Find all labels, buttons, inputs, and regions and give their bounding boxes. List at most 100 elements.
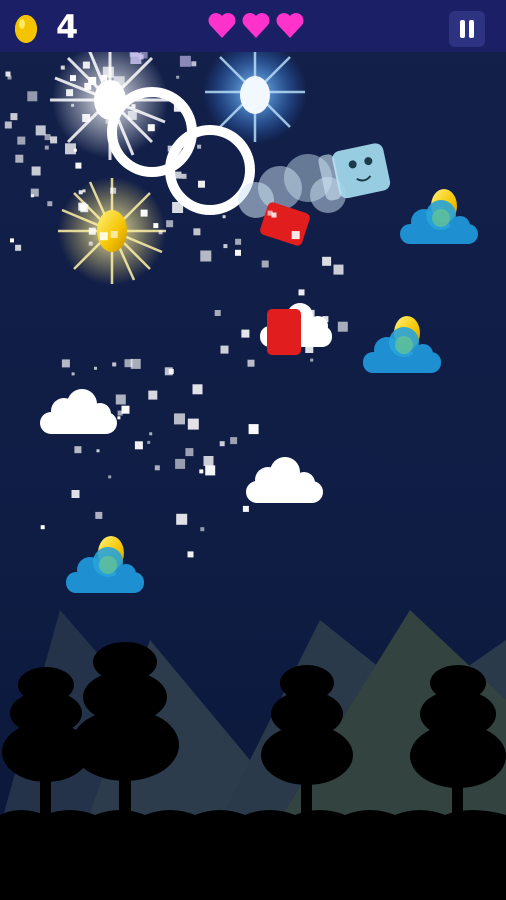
sparkle-particle — [71, 490, 80, 498]
sparkle-particle — [192, 384, 203, 395]
sparkle-particle — [31, 166, 41, 176]
sparkle-particle — [187, 418, 199, 430]
sparkle-particle — [305, 345, 314, 353]
sparkle-particle — [44, 145, 49, 150]
sparkle-particle — [158, 230, 163, 235]
sparkle-particle — [147, 440, 151, 444]
sparkle-particle — [66, 89, 74, 97]
sparkle-particle — [140, 209, 148, 217]
sparkle-particle — [124, 359, 133, 368]
sparkle-particle — [167, 145, 174, 152]
sparkle-particle — [17, 136, 26, 145]
sparkle-particle — [70, 75, 76, 82]
sparkle-particle — [199, 469, 204, 474]
sparkle-particle — [60, 65, 65, 70]
sparkle-particle — [153, 223, 159, 229]
sparkle-particle — [84, 82, 92, 90]
sparkle-particle — [205, 465, 216, 476]
sparkle-particle — [166, 220, 174, 228]
sparkle-particle — [61, 359, 70, 368]
sparkle-particle — [40, 525, 45, 530]
sparkle-particle — [110, 231, 118, 238]
sparkle-particle — [94, 366, 97, 370]
sparkle-particle — [35, 125, 46, 136]
sparkle-particle — [101, 415, 109, 423]
sparkle-particle — [200, 527, 205, 532]
heart-icon — [208, 13, 236, 39]
sparkle-particle — [112, 362, 117, 367]
sparkle-particle — [127, 110, 137, 120]
white-cloud — [246, 457, 323, 503]
sparkle-particle — [131, 104, 136, 109]
sparkle-particle — [88, 227, 96, 235]
sparkle-particle — [117, 416, 121, 420]
sparkle-particle — [4, 121, 12, 129]
egg-count: 4 — [56, 8, 79, 46]
sparkle-particle — [164, 367, 173, 376]
sparkle-particle — [175, 458, 186, 469]
sparkle-particle — [223, 244, 228, 249]
sparkle-particle — [82, 61, 90, 69]
red-block-enemy — [267, 309, 301, 355]
sparkle-particle — [198, 180, 205, 188]
sparkle-particle — [235, 238, 242, 245]
sparkle-particle — [148, 390, 158, 400]
sparkle-particle — [200, 250, 212, 262]
sparkle-particle — [108, 475, 112, 479]
sparkle-particle — [15, 244, 22, 251]
sparkle-particle — [105, 119, 110, 124]
golden-egg-icon — [15, 15, 37, 43]
sparkle-particle — [197, 144, 202, 149]
sparkle-particle — [333, 264, 344, 275]
sparkle-particle — [50, 136, 58, 144]
pause-icon — [460, 20, 465, 38]
sparkle-particle — [10, 113, 18, 121]
sparkle-particle — [185, 448, 194, 457]
hud-bar: 4 — [0, 0, 506, 52]
sparkle-particle — [82, 189, 86, 193]
lives-hearts — [207, 11, 305, 39]
sparkle-particle — [222, 215, 226, 219]
sparkle-particle — [174, 413, 185, 425]
sparkle-particle — [73, 148, 77, 152]
sparkle-particle — [176, 149, 182, 155]
sparkle-particle — [71, 372, 75, 376]
sparkle-particle — [99, 232, 108, 241]
sparkle-particle — [15, 154, 24, 163]
game-canvas[interactable]: 4 — [0, 0, 506, 900]
ground — [0, 810, 506, 900]
sparkle-particle — [154, 465, 160, 471]
sparkle-particle — [291, 231, 300, 240]
pause-icon — [469, 20, 474, 38]
sparkle-particle — [75, 162, 82, 169]
player-cube — [318, 143, 391, 201]
sparkle-particle — [219, 441, 225, 447]
sparkle-particle — [261, 260, 269, 268]
game-scene — [0, 0, 506, 900]
sparkle-particle — [203, 456, 214, 466]
sparkle-particle — [95, 511, 103, 519]
pause-button[interactable] — [449, 11, 485, 47]
heart-icon — [276, 13, 304, 39]
sparkle-particle — [176, 513, 188, 525]
sparkle-particle — [172, 202, 184, 213]
egg-cloud — [363, 316, 441, 373]
sparkle-particle — [44, 134, 51, 141]
sparkle-particle — [27, 91, 38, 102]
sparkle-particle — [191, 61, 197, 67]
sparkle-particle — [121, 405, 130, 414]
sparkle-particle — [110, 187, 117, 194]
sparkle-particle — [71, 103, 75, 107]
sparkle-particle — [267, 210, 273, 216]
egg-cloud — [66, 536, 144, 593]
heart-icon — [242, 13, 270, 39]
sparkle-particle — [149, 432, 153, 436]
sparkle-particle — [310, 358, 314, 362]
white-cloud — [40, 389, 117, 434]
sparkle-particle — [102, 66, 114, 78]
sparkle-particle — [304, 309, 315, 320]
sparkle-particle — [96, 449, 100, 453]
sparkle-particle — [115, 394, 126, 405]
sparkle-particle — [322, 256, 332, 266]
sparkle-particle — [214, 310, 221, 316]
